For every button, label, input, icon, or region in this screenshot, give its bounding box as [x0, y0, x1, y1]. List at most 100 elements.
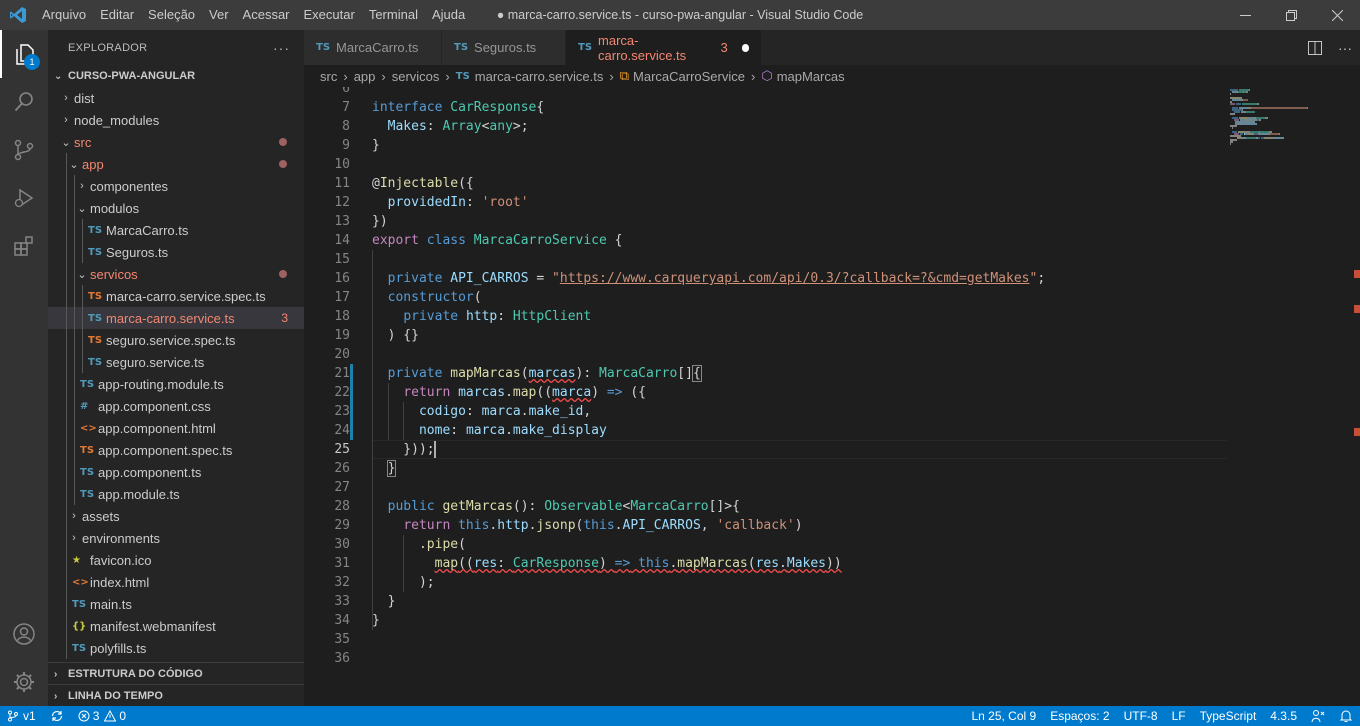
- code-line[interactable]: ) {}: [372, 326, 1227, 345]
- close-window-button[interactable]: [1314, 0, 1360, 30]
- file-item[interactable]: TS seguro.service.ts: [48, 351, 304, 373]
- file-item[interactable]: ★ favicon.ico: [48, 549, 304, 571]
- code-line[interactable]: private http: HttpClient: [372, 307, 1227, 326]
- code-line[interactable]: codigo: marca.make_id,: [372, 402, 1227, 421]
- file-item[interactable]: TS polyfills.ts: [48, 637, 304, 659]
- unsaved-dot-icon[interactable]: [741, 43, 749, 52]
- code-line[interactable]: }));: [372, 440, 1227, 459]
- timeline-section[interactable]: › LINHA DO TEMPO: [48, 684, 304, 707]
- menu-terminal[interactable]: Terminal: [362, 0, 425, 30]
- tab-marca-carro-service[interactable]: TS marca-carro.service.ts 3: [566, 30, 762, 65]
- file-item[interactable]: {} manifest.webmanifest: [48, 615, 304, 637]
- explorer-icon[interactable]: 1: [0, 30, 48, 78]
- breadcrumb-src[interactable]: src: [320, 69, 337, 84]
- code-line[interactable]: map((res: CarResponse) => this.mapMarcas…: [372, 554, 1227, 573]
- feedback-icon[interactable]: [1304, 706, 1332, 726]
- file-item[interactable]: TS app.component.spec.ts: [48, 439, 304, 461]
- code-area[interactable]: interface CarResponse{ Makes: Array<any>…: [372, 87, 1227, 668]
- git-modified-marker[interactable]: [350, 364, 353, 440]
- folder-item[interactable]: › dist: [48, 87, 304, 109]
- more-icon[interactable]: ···: [1330, 40, 1360, 56]
- menu-arquivo[interactable]: Arquivo: [35, 0, 93, 30]
- code-editor[interactable]: 6 7 8 9 10 11 12 13 14 15 16 17 18 19 20 21 22 23 24 25 26 27…: [304, 87, 1360, 706]
- code-line[interactable]: }: [372, 459, 1227, 478]
- folder-item[interactable]: › componentes: [48, 175, 304, 197]
- code-line[interactable]: [372, 649, 1227, 668]
- folder-item[interactable]: ⌄ servicos: [48, 263, 304, 285]
- code-line[interactable]: return this.http.jsonp(this.API_CARROS, …: [372, 516, 1227, 535]
- run-debug-icon[interactable]: [0, 174, 48, 222]
- cursor-position[interactable]: Ln 25, Col 9: [964, 706, 1043, 726]
- file-item[interactable]: <> app.component.html: [48, 417, 304, 439]
- tab-marcacarro[interactable]: TS MarcaCarro.ts: [304, 30, 442, 65]
- folder-item[interactable]: ⌄ modulos: [48, 197, 304, 219]
- breadcrumb-app[interactable]: app: [354, 69, 376, 84]
- extensions-icon[interactable]: [0, 222, 48, 270]
- menu-editar[interactable]: Editar: [93, 0, 141, 30]
- code-line[interactable]: providedIn: 'root': [372, 193, 1227, 212]
- breadcrumb-class[interactable]: MarcaCarroService: [633, 69, 745, 84]
- language-mode[interactable]: TypeScript: [1193, 706, 1264, 726]
- code-line[interactable]: .pipe(: [372, 535, 1227, 554]
- code-line[interactable]: [372, 345, 1227, 364]
- menu-ajuda[interactable]: Ajuda: [425, 0, 472, 30]
- ts-version[interactable]: 4.3.5: [1263, 706, 1304, 726]
- code-line[interactable]: private mapMarcas(marcas): MarcaCarro[]{: [372, 364, 1227, 383]
- code-line[interactable]: [372, 630, 1227, 649]
- code-line[interactable]: Makes: Array<any>;: [372, 117, 1227, 136]
- menu-selecao[interactable]: Seleção: [141, 0, 202, 30]
- account-icon[interactable]: [0, 610, 48, 658]
- code-line[interactable]: }): [372, 212, 1227, 231]
- file-item[interactable]: TS marca-carro.service.spec.ts: [48, 285, 304, 307]
- code-line[interactable]: private API_CARROS = "https://www.carque…: [372, 269, 1227, 288]
- code-line[interactable]: export class MarcaCarroService {: [372, 231, 1227, 250]
- file-item[interactable]: TS MarcaCarro.ts: [48, 219, 304, 241]
- restore-button[interactable]: [1268, 0, 1314, 30]
- code-line[interactable]: }: [372, 592, 1227, 611]
- code-line[interactable]: public getMarcas(): Observable<MarcaCarr…: [372, 497, 1227, 516]
- notifications-icon[interactable]: [1332, 706, 1360, 726]
- folder-item[interactable]: › node_modules: [48, 109, 304, 131]
- vertical-scrollbar[interactable]: [1346, 87, 1360, 706]
- code-line[interactable]: [372, 250, 1227, 269]
- folder-item[interactable]: › environments: [48, 527, 304, 549]
- breadcrumb-file[interactable]: marca-carro.service.ts: [475, 69, 604, 84]
- file-item[interactable]: # app.component.css: [48, 395, 304, 417]
- menu-executar[interactable]: Executar: [297, 0, 362, 30]
- file-item[interactable]: TS main.ts: [48, 593, 304, 615]
- gear-icon[interactable]: [0, 658, 48, 706]
- file-item[interactable]: TS app-routing.module.ts: [48, 373, 304, 395]
- folder-item[interactable]: ⌄ src: [48, 131, 304, 153]
- outline-section[interactable]: › ESTRUTURA DO CÓDIGO: [48, 662, 304, 685]
- file-item[interactable]: TS marca-carro.service.ts 3: [48, 307, 304, 329]
- folder-item[interactable]: ⌄ app: [48, 153, 304, 175]
- breadcrumb-servicos[interactable]: servicos: [392, 69, 440, 84]
- code-line[interactable]: }: [372, 136, 1227, 155]
- search-icon[interactable]: [0, 78, 48, 126]
- source-control-icon[interactable]: [0, 126, 48, 174]
- code-line[interactable]: interface CarResponse{: [372, 98, 1227, 117]
- menu-acessar[interactable]: Acessar: [236, 0, 297, 30]
- project-section[interactable]: ⌄ CURSO-PWA-ANGULAR: [48, 65, 304, 87]
- breadcrumb-method[interactable]: mapMarcas: [777, 69, 845, 84]
- sync-icon[interactable]: [43, 706, 71, 726]
- code-line[interactable]: }: [372, 611, 1227, 630]
- menu-ver[interactable]: Ver: [202, 0, 236, 30]
- indentation[interactable]: Espaços: 2: [1043, 706, 1116, 726]
- file-item[interactable]: TS app.module.ts: [48, 483, 304, 505]
- more-actions-button[interactable]: ···: [273, 40, 290, 56]
- code-line[interactable]: constructor(: [372, 288, 1227, 307]
- minimize-button[interactable]: [1222, 0, 1268, 30]
- tab-seguros[interactable]: TS Seguros.ts: [442, 30, 566, 65]
- file-item[interactable]: <> index.html: [48, 571, 304, 593]
- folder-item[interactable]: › assets: [48, 505, 304, 527]
- problems-item[interactable]: 3 0: [71, 706, 133, 726]
- code-line[interactable]: [372, 155, 1227, 174]
- end-of-line[interactable]: LF: [1165, 706, 1193, 726]
- code-line[interactable]: [372, 87, 1227, 98]
- code-line[interactable]: nome: marca.make_display: [372, 421, 1227, 440]
- code-line[interactable]: return marcas.map((marca) => ({: [372, 383, 1227, 402]
- code-line[interactable]: @Injectable({: [372, 174, 1227, 193]
- code-line[interactable]: );: [372, 573, 1227, 592]
- file-item[interactable]: TS seguro.service.spec.ts: [48, 329, 304, 351]
